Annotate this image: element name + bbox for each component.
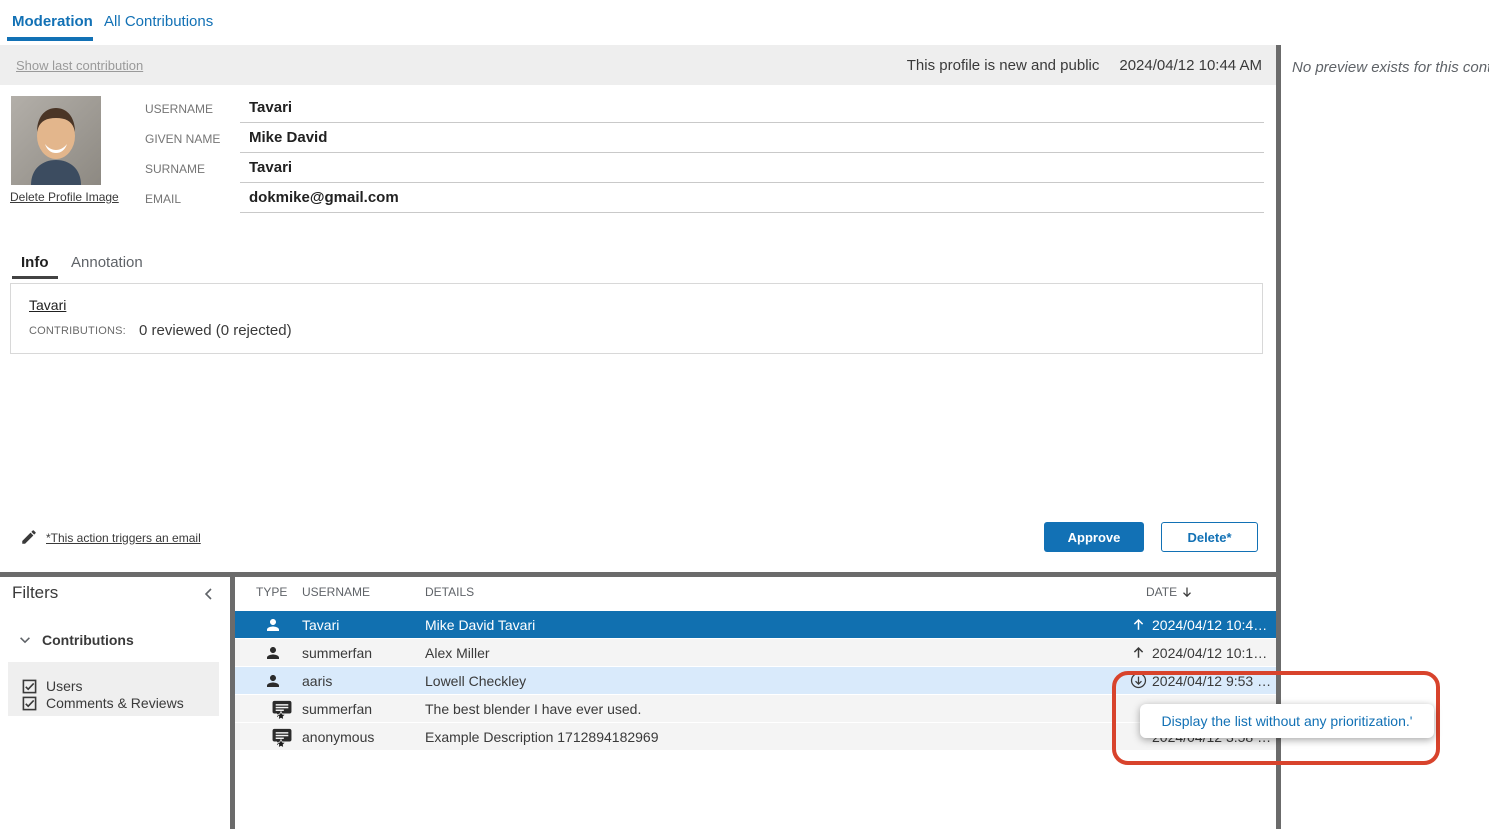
filter-option-label: Comments & Reviews (46, 695, 184, 711)
email-trigger-note-link[interactable]: *This action triggers an email (46, 531, 201, 545)
row-username: anonymous (302, 729, 425, 745)
edit-icon (20, 528, 38, 546)
field-given-name: GIVEN NAME Mike David (0, 124, 1264, 154)
delete-button[interactable]: Delete* (1161, 522, 1258, 552)
filter-option-comments[interactable]: Comments & Reviews (22, 695, 233, 711)
arrow-up-icon (1131, 645, 1146, 660)
active-tab-underline (7, 37, 93, 41)
field-surname: SURNAME Tavari (0, 154, 1264, 184)
filter-group-contributions[interactable]: Contributions (18, 632, 134, 648)
row-username: Tavari (302, 617, 425, 633)
given-name-value[interactable]: Mike David (240, 124, 1264, 153)
row-details: Alex Miller (425, 645, 1124, 661)
row-details: Mike David Tavari (425, 617, 1124, 633)
row-username: summerfan (302, 645, 425, 661)
arrow-up-icon (1131, 617, 1146, 632)
field-label: SURNAME (145, 162, 205, 176)
column-header-type[interactable]: TYPE (256, 585, 287, 599)
column-header-date[interactable]: DATE (1146, 585, 1177, 599)
email-value[interactable]: dokmike@gmail.com (240, 184, 1264, 213)
field-label: GIVEN NAME (145, 132, 220, 146)
profile-status-text: This profile is new and public (907, 57, 1100, 74)
approve-button[interactable]: Approve (1044, 522, 1144, 552)
checkbox-checked-icon (22, 679, 37, 694)
info-panel: Tavari CONTRIBUTIONS: 0 reviewed (0 reje… (10, 283, 1263, 354)
tab-moderation[interactable]: Moderation (12, 13, 93, 30)
field-username: USERNAME Tavari (0, 94, 1264, 124)
show-last-contribution-link[interactable]: Show last contribution (16, 58, 143, 73)
profile-timestamp: 2024/04/12 10:44 AM (1119, 57, 1262, 74)
filter-option-label: Users (46, 678, 83, 694)
username-link[interactable]: Tavari (29, 297, 66, 313)
chevron-left-icon[interactable] (201, 586, 217, 602)
info-tab-underline (12, 276, 58, 279)
contributions-label: CONTRIBUTIONS: (29, 325, 126, 337)
horizontal-divider (0, 572, 1277, 577)
person-icon (264, 672, 282, 690)
filter-group-label: Contributions (42, 632, 134, 648)
filter-option-users[interactable]: Users (22, 678, 233, 694)
person-icon (264, 644, 282, 662)
status-bar: Show last contribution This profile is n… (0, 45, 1277, 85)
moderation-screen: Moderation All Contributions Show last c… (0, 0, 1489, 829)
arrow-down-circle-icon (1130, 672, 1147, 689)
field-label: USERNAME (145, 102, 213, 116)
filter-options-box: Users Comments & Reviews (8, 662, 219, 716)
table-row[interactable]: summerfan Alex Miller 2024/04/12 10:1… (235, 639, 1277, 667)
row-details: Lowell Checkley (425, 673, 1124, 689)
comment-review-icon (263, 700, 283, 718)
table-row[interactable]: summerfan The best blender I have ever u… (235, 695, 1277, 723)
row-date: 2024/04/12 9:53 … (1152, 673, 1277, 689)
field-label: EMAIL (145, 192, 181, 206)
column-header-details[interactable]: DETAILS (425, 585, 474, 599)
table-row[interactable]: anonymous Example Description 1712894182… (235, 723, 1277, 751)
row-date: 2024/04/12 10:4… (1152, 617, 1277, 633)
tab-info[interactable]: Info (21, 254, 49, 271)
surname-value[interactable]: Tavari (240, 154, 1264, 183)
checkbox-checked-icon (22, 696, 37, 711)
tab-annotation[interactable]: Annotation (71, 254, 143, 271)
field-email: EMAIL dokmike@gmail.com (0, 184, 1264, 214)
row-date: 2024/04/12 10:1… (1152, 645, 1277, 661)
row-username: aaris (302, 673, 425, 689)
comment-review-icon (263, 728, 283, 746)
filters-title: Filters (12, 583, 58, 603)
row-username: summerfan (302, 701, 425, 717)
person-icon (264, 616, 282, 634)
row-details: The best blender I have ever used. (425, 701, 1124, 717)
no-preview-message: No preview exists for this contr (1292, 59, 1489, 76)
sort-tooltip: Display the list without any prioritizat… (1140, 704, 1434, 738)
username-value[interactable]: Tavari (240, 94, 1264, 123)
row-details: Example Description 1712894182969 (425, 729, 1124, 745)
contributions-table: Tavari Mike David Tavari 2024/04/12 10:4… (235, 611, 1277, 751)
contributions-value: 0 reviewed (0 rejected) (139, 322, 292, 339)
tab-all-contributions[interactable]: All Contributions (104, 13, 213, 30)
chevron-down-icon (18, 633, 32, 647)
table-row[interactable]: aaris Lowell Checkley 2024/04/12 9:53 … (235, 667, 1277, 695)
table-row[interactable]: Tavari Mike David Tavari 2024/04/12 10:4… (235, 611, 1277, 639)
column-header-username[interactable]: USERNAME (302, 585, 370, 599)
sort-descending-icon[interactable] (1180, 585, 1194, 599)
